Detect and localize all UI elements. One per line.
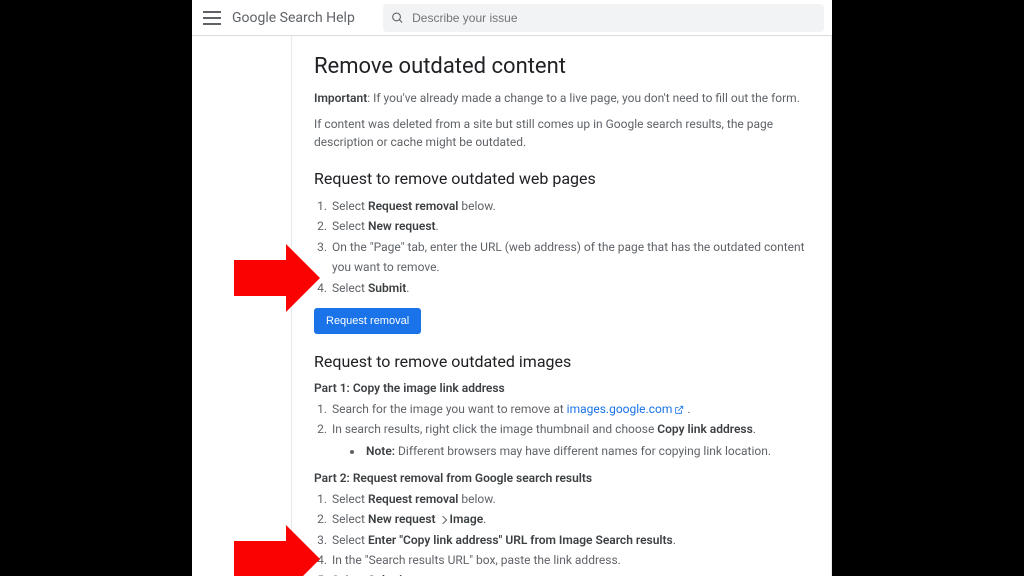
annotation-arrow [234,525,320,576]
webpages-steps: Select Request removal below. Select New… [314,196,809,298]
part2-title: Part 2: Request removal from Google sear… [314,471,809,485]
part2-steps: Select Request removal below. Select New… [314,489,809,576]
intro-paragraph: If content was deleted from a site but s… [314,115,809,151]
search-input[interactable] [412,11,816,25]
brand-title: Google Search Help [232,10,355,26]
section-heading-webpages: Request to remove outdated web pages [314,169,809,188]
external-link-icon [674,405,684,415]
request-removal-button[interactable]: Request removal [314,308,421,334]
menu-icon[interactable] [200,6,224,30]
section-heading-images: Request to remove outdated images [314,352,809,371]
search-icon [391,11,404,25]
important-note: Important: If you've already made a chan… [314,89,809,107]
part1-title: Part 1: Copy the image link address [314,381,809,395]
header-bar: Google Search Help [192,0,832,36]
images-google-link[interactable]: images.google.com [567,402,685,416]
article-body: Remove outdated content Important: If yo… [292,36,832,576]
chevron-right-icon [438,515,446,523]
part1-steps: Search for the image you want to remove … [314,399,809,461]
annotation-arrow [234,244,320,312]
page-title: Remove outdated content [314,54,809,79]
search-box[interactable] [383,4,824,32]
